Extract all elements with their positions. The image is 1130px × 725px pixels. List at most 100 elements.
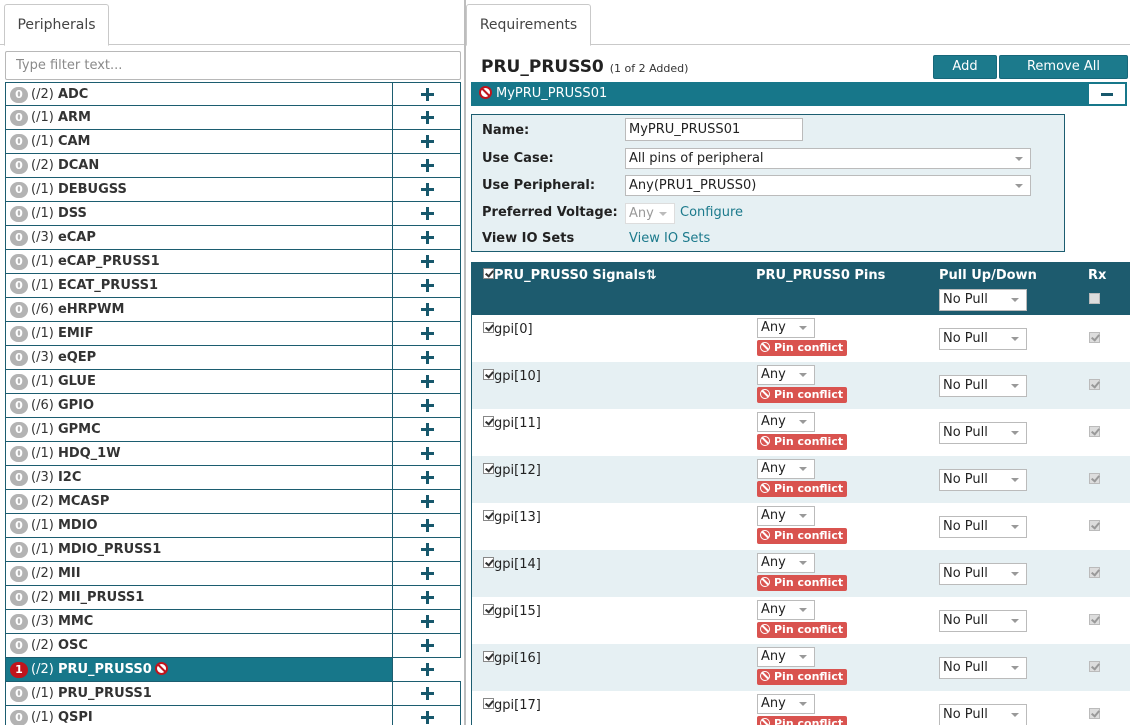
pull-select[interactable]: No Pull [939, 328, 1027, 350]
peripheral-name-cell[interactable]: 0 (/2) DCAN [6, 154, 393, 177]
peripheral-name-cell[interactable]: 0 (/2) MII_PRUSS1 [6, 586, 393, 609]
rx-checkbox[interactable] [1089, 520, 1100, 531]
rx-checkbox[interactable] [1089, 426, 1100, 437]
add-peripheral-button[interactable] [393, 658, 461, 681]
voltage-select[interactable]: Any [625, 203, 675, 224]
peripheral-name-cell[interactable]: 0 (/1) ECAT_PRUSS1 [6, 274, 393, 297]
pull-select[interactable]: No Pull [939, 516, 1027, 538]
peripheral-row[interactable]: 0 (/1) GPMC [5, 418, 461, 442]
collapse-button[interactable] [1089, 84, 1125, 104]
signal-checkbox[interactable] [483, 698, 494, 709]
peripheral-name-cell[interactable]: 0 (/3) I2C [6, 466, 393, 489]
add-peripheral-button[interactable] [393, 370, 461, 393]
peripheral-name-cell[interactable]: 0 (/1) MDIO_PRUSS1 [6, 538, 393, 561]
pin-select[interactable]: Any [757, 553, 815, 573]
add-peripheral-button[interactable] [393, 106, 461, 129]
peripheral-name-cell[interactable]: 0 (/1) HDQ_1W [6, 442, 393, 465]
add-peripheral-button[interactable] [393, 538, 461, 561]
signal-checkbox[interactable] [483, 322, 494, 333]
peripheral-name-cell[interactable]: 0 (/1) ARM [6, 106, 393, 129]
add-peripheral-button[interactable] [393, 442, 461, 465]
rx-all-checkbox[interactable] [1089, 293, 1100, 304]
peripheral-row[interactable]: 0 (/6) eHRPWM [5, 298, 461, 322]
add-peripheral-button[interactable] [393, 418, 461, 441]
peripheral-name-cell[interactable]: 0 (/2) MII [6, 562, 393, 585]
peripheral-name-cell[interactable]: 0 (/3) eQEP [6, 346, 393, 369]
tab-peripherals[interactable]: Peripherals [4, 4, 109, 46]
add-peripheral-button[interactable] [393, 682, 461, 705]
add-button[interactable]: Add [933, 55, 997, 79]
pin-select[interactable]: Any [757, 600, 815, 620]
add-peripheral-button[interactable] [393, 250, 461, 273]
filter-input[interactable] [5, 51, 461, 80]
tab-requirements[interactable]: Requirements [466, 4, 591, 46]
rx-checkbox[interactable] [1089, 332, 1100, 343]
peripheral-row[interactable]: 0 (/3) eCAP [5, 226, 461, 250]
peripheral-row[interactable]: 0 (/1) EMIF [5, 322, 461, 346]
add-peripheral-button[interactable] [393, 226, 461, 249]
add-peripheral-button[interactable] [393, 322, 461, 345]
pull-select[interactable]: No Pull [939, 657, 1027, 679]
pull-select[interactable]: No Pull [939, 469, 1027, 491]
peripheral-name-cell[interactable]: 0 (/2) MCASP [6, 490, 393, 513]
add-peripheral-button[interactable] [393, 562, 461, 585]
add-peripheral-button[interactable] [393, 706, 461, 725]
peripheral-name-cell[interactable]: 0 (/2) OSC [6, 634, 393, 657]
pin-select[interactable]: Any [757, 506, 815, 526]
peripheral-row[interactable]: 0 (/1) DSS [5, 202, 461, 226]
peripheral-name-cell[interactable]: 0 (/1) PRU_PRUSS1 [6, 682, 393, 705]
pull-select[interactable]: No Pull [939, 563, 1027, 585]
peripheral-name-cell[interactable]: 0 (/2) ADC [6, 83, 393, 106]
signal-checkbox[interactable] [483, 369, 494, 380]
add-peripheral-button[interactable] [393, 346, 461, 369]
usecase-select[interactable]: All pins of peripheral [625, 148, 1031, 169]
peripheral-name-cell[interactable]: 0 (/1) DEBUGSS [6, 178, 393, 201]
add-peripheral-button[interactable] [393, 274, 461, 297]
pin-select[interactable]: Any [757, 365, 815, 385]
name-field[interactable]: MyPRU_PRUSS01 [625, 118, 803, 141]
peripheral-row[interactable]: 0 (/1) MDIO [5, 514, 461, 538]
rx-checkbox[interactable] [1089, 567, 1100, 578]
add-peripheral-button[interactable] [393, 130, 461, 153]
pin-select[interactable]: Any [757, 318, 815, 338]
add-peripheral-button[interactable] [393, 83, 461, 106]
signal-checkbox[interactable] [483, 463, 494, 474]
peripheral-row[interactable]: 0 (/1) HDQ_1W [5, 442, 461, 466]
rx-checkbox[interactable] [1089, 379, 1100, 390]
peripheral-row[interactable]: 0 (/1) QSPI [5, 706, 461, 725]
add-peripheral-button[interactable] [393, 466, 461, 489]
peripheral-name-cell[interactable]: 0 (/6) GPIO [6, 394, 393, 417]
peripheral-row[interactable]: 0 (/6) GPIO [5, 394, 461, 418]
signal-checkbox[interactable] [483, 416, 494, 427]
peripheral-row[interactable]: 0 (/1) ECAT_PRUSS1 [5, 274, 461, 298]
peripheral-name-cell[interactable]: 0 (/1) GPMC [6, 418, 393, 441]
rx-checkbox[interactable] [1089, 661, 1100, 672]
pull-select[interactable]: No Pull [939, 704, 1027, 725]
instance-header[interactable]: MyPRU_PRUSS01 [471, 82, 1127, 106]
remove-all-button[interactable]: Remove All [999, 55, 1128, 79]
add-peripheral-button[interactable] [393, 394, 461, 417]
peripheral-name-cell[interactable]: 0 (/1) eCAP_PRUSS1 [6, 250, 393, 273]
pin-select[interactable]: Any [757, 412, 815, 432]
peripheral-name-cell[interactable]: 0 (/1) EMIF [6, 322, 393, 345]
peripheral-name-cell[interactable]: 0 (/1) DSS [6, 202, 393, 225]
add-peripheral-button[interactable] [393, 514, 461, 537]
peripheral-row[interactable]: 0 (/2) ADC [5, 82, 461, 106]
pin-select[interactable]: Any [757, 694, 815, 714]
pull-select[interactable]: No Pull [939, 610, 1027, 632]
peripheral-row[interactable]: 0 (/3) MMC [5, 610, 461, 634]
peripheral-name-cell[interactable]: 1 (/2) PRU_PRUSS0 [6, 658, 393, 681]
peripheral-name-cell[interactable]: 0 (/3) MMC [6, 610, 393, 633]
signal-checkbox[interactable] [483, 604, 494, 615]
peripheral-name-cell[interactable]: 0 (/3) eCAP [6, 226, 393, 249]
add-peripheral-button[interactable] [393, 178, 461, 201]
pull-select[interactable]: No Pull [939, 422, 1027, 444]
peripheral-row[interactable]: 0 (/1) MDIO_PRUSS1 [5, 538, 461, 562]
peripheral-row[interactable]: 0 (/1) DEBUGSS [5, 178, 461, 202]
peripheral-row[interactable]: 0 (/2) MCASP [5, 490, 461, 514]
peripheral-row[interactable]: 0 (/2) DCAN [5, 154, 461, 178]
pull-select[interactable]: No Pull [939, 375, 1027, 397]
signal-checkbox[interactable] [483, 557, 494, 568]
add-peripheral-button[interactable] [393, 154, 461, 177]
pin-select[interactable]: Any [757, 647, 815, 667]
